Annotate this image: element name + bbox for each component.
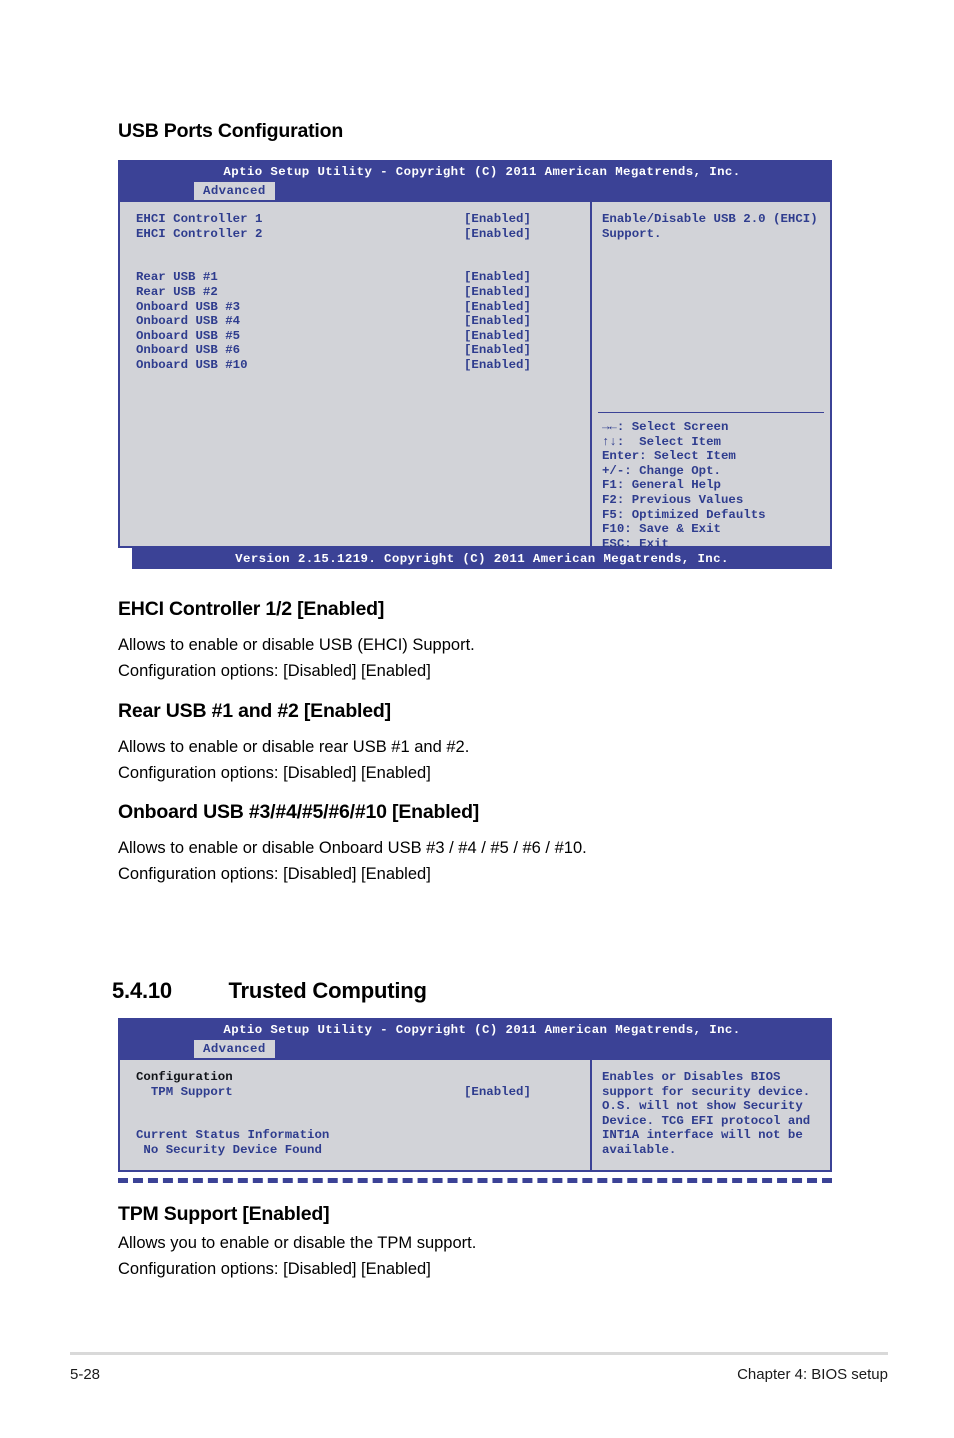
subsection-body-onboard-usb: Allows to enable or disable Onboard USB … bbox=[118, 835, 587, 887]
bios-setting-row[interactable]: Onboard USB #10 [Enabled] bbox=[136, 358, 590, 373]
bios-setting-row[interactable]: Onboard USB #6 [Enabled] bbox=[136, 343, 590, 358]
page-number: 5-28 bbox=[70, 1366, 101, 1383]
bios-setting-row[interactable]: EHCI Controller 2 [Enabled] bbox=[136, 227, 590, 242]
bios-setting-value[interactable]: [Enabled] bbox=[464, 1085, 531, 1100]
body-line: Allows you to enable or disable the TPM … bbox=[118, 1234, 477, 1252]
bios-setting-label: Onboard USB #4 bbox=[136, 314, 241, 329]
subsection-heading-rear-usb: Rear USB #1 and #2 [Enabled] bbox=[118, 700, 391, 722]
crop-indicator-dashes bbox=[118, 1178, 832, 1183]
nav-keys-usb: →←: Select Screen ↑↓: Select Item Enter:… bbox=[602, 420, 766, 551]
bios-setting-value[interactable]: [Enabled] bbox=[464, 285, 531, 300]
subsection-body-rear-usb: Allows to enable or disable rear USB #1 … bbox=[118, 734, 469, 786]
bios-setting-label: Onboard USB #5 bbox=[136, 328, 241, 343]
bios-setting-value[interactable]: [Enabled] bbox=[464, 227, 531, 242]
bios-setting-row[interactable]: No Security Device Found bbox=[136, 1143, 590, 1158]
bios-setting-row[interactable]: Onboard USB #3 [Enabled] bbox=[136, 300, 590, 315]
bios-setting-label: No Security Device Found bbox=[136, 1142, 322, 1157]
bios-titlebar-tpm: Aptio Setup Utility - Copyright (C) 2011… bbox=[118, 1018, 832, 1040]
bios-blank-row bbox=[136, 1099, 590, 1114]
body-line: Configuration options: [Disabled] [Enabl… bbox=[118, 764, 431, 782]
bios-help-pane-tpm: Enables or Disables BIOS support for sec… bbox=[590, 1060, 830, 1170]
body-line: Allows to enable or disable USB (EHCI) S… bbox=[118, 636, 475, 654]
subsection-heading-tpm-support: TPM Support [Enabled] bbox=[118, 1203, 330, 1225]
bios-setting-row[interactable]: EHCI Controller 1 [Enabled] bbox=[136, 212, 590, 227]
body-line: Configuration options: [Disabled] [Enabl… bbox=[118, 1260, 431, 1278]
help-text-usb: Enable/Disable USB 2.0 (EHCI) Support. bbox=[602, 212, 818, 241]
bios-setting-label: Onboard USB #6 bbox=[136, 343, 241, 358]
bios-setting-row[interactable]: Onboard USB #4 [Enabled] bbox=[136, 314, 590, 329]
bios-settings-list-tpm: Configuration TPM Support [Enabled] Curren… bbox=[120, 1060, 590, 1170]
bios-screen-usb-ports: Aptio Setup Utility - Copyright (C) 2011… bbox=[118, 160, 832, 569]
bios-setting-label: Current Status Information bbox=[136, 1128, 330, 1143]
bios-title-usb: Aptio Setup Utility - Copyright (C) 2011… bbox=[223, 165, 741, 179]
subsection-heading-ehci: EHCI Controller 1/2 [Enabled] bbox=[118, 598, 385, 620]
bios-setting-row[interactable]: Rear USB #2 [Enabled] bbox=[136, 285, 590, 300]
bios-titlebar-usb: Aptio Setup Utility - Copyright (C) 2011… bbox=[118, 160, 832, 182]
bios-setting-row[interactable]: Current Status Information bbox=[136, 1128, 590, 1143]
bios-body-tpm: Configuration TPM Support [Enabled] Curren… bbox=[118, 1058, 832, 1172]
bios-screen-trusted-computing: Aptio Setup Utility - Copyright (C) 2011… bbox=[118, 1018, 832, 1183]
manual-page: USB Ports Configuration Aptio Setup Util… bbox=[0, 0, 954, 1438]
section-heading-trusted-computing: 5.4.10 Trusted Computing bbox=[112, 978, 427, 1004]
help-divider-usb bbox=[598, 412, 824, 413]
bios-setting-label: Configuration bbox=[136, 1070, 233, 1084]
bios-setting-row[interactable]: Configuration bbox=[136, 1070, 590, 1085]
bios-help-pane-usb: Enable/Disable USB 2.0 (EHCI) Support. →… bbox=[590, 202, 830, 551]
bios-setting-row[interactable]: Onboard USB #5 [Enabled] bbox=[136, 329, 590, 344]
bios-blank-row bbox=[136, 256, 590, 271]
tab-advanced-usb[interactable]: Advanced bbox=[194, 182, 275, 201]
subsection-body-ehci: Allows to enable or disable USB (EHCI) S… bbox=[118, 632, 475, 684]
bios-setting-value[interactable]: [Enabled] bbox=[464, 270, 531, 285]
body-line: Configuration options: [Disabled] [Enabl… bbox=[118, 865, 431, 883]
subsection-body-tpm-support: Allows you to enable or disable the TPM … bbox=[118, 1230, 476, 1282]
body-line: Allows to enable or disable Onboard USB … bbox=[118, 839, 587, 857]
bios-setting-value[interactable]: [Enabled] bbox=[464, 300, 531, 315]
bios-setting-label: EHCI Controller 2 bbox=[136, 226, 263, 241]
footer-divider bbox=[70, 1352, 888, 1355]
bios-blank-row bbox=[136, 1114, 590, 1129]
bios-title-tpm: Aptio Setup Utility - Copyright (C) 2011… bbox=[223, 1023, 741, 1037]
section-number: 5.4.10 bbox=[112, 978, 172, 1003]
bios-tabrow-tpm: Advanced bbox=[118, 1040, 832, 1059]
bios-setting-label: Rear USB #1 bbox=[136, 270, 218, 285]
bios-setting-value[interactable]: [Enabled] bbox=[464, 329, 531, 344]
bios-settings-list-usb: EHCI Controller 1 [Enabled] EHCI Controlle… bbox=[120, 202, 590, 546]
bios-setting-value[interactable]: [Enabled] bbox=[464, 212, 531, 227]
bios-setting-value[interactable]: [Enabled] bbox=[464, 343, 531, 358]
chapter-label: Chapter 4: BIOS setup bbox=[737, 1366, 888, 1383]
bios-setting-value[interactable]: [Enabled] bbox=[464, 358, 531, 373]
help-text-tpm: Enables or Disables BIOS support for sec… bbox=[602, 1070, 811, 1157]
bios-setting-label: EHCI Controller 1 bbox=[136, 212, 263, 226]
bios-setting-row[interactable]: TPM Support [Enabled] bbox=[136, 1085, 590, 1100]
bios-setting-label: TPM Support bbox=[136, 1084, 233, 1099]
bios-setting-label: Onboard USB #10 bbox=[136, 357, 248, 372]
section-title: Trusted Computing bbox=[228, 978, 427, 1003]
tab-advanced-tpm[interactable]: Advanced bbox=[194, 1040, 275, 1059]
subsection-heading-onboard-usb: Onboard USB #3/#4/#5/#6/#10 [Enabled] bbox=[118, 801, 480, 823]
bios-body-usb: EHCI Controller 1 [Enabled] EHCI Controlle… bbox=[118, 200, 832, 551]
bios-blank-row bbox=[136, 241, 590, 256]
bios-setting-label: Onboard USB #3 bbox=[136, 299, 241, 314]
page-title: USB Ports Configuration bbox=[118, 120, 344, 142]
bios-setting-value[interactable]: [Enabled] bbox=[464, 314, 531, 329]
body-line: Allows to enable or disable rear USB #1 … bbox=[118, 738, 470, 756]
bios-setting-label: Rear USB #2 bbox=[136, 284, 218, 299]
body-line: Configuration options: [Disabled] [Enabl… bbox=[118, 662, 431, 680]
bios-tabrow-usb: Advanced bbox=[118, 182, 832, 201]
bios-setting-row[interactable]: Rear USB #1 [Enabled] bbox=[136, 270, 590, 285]
